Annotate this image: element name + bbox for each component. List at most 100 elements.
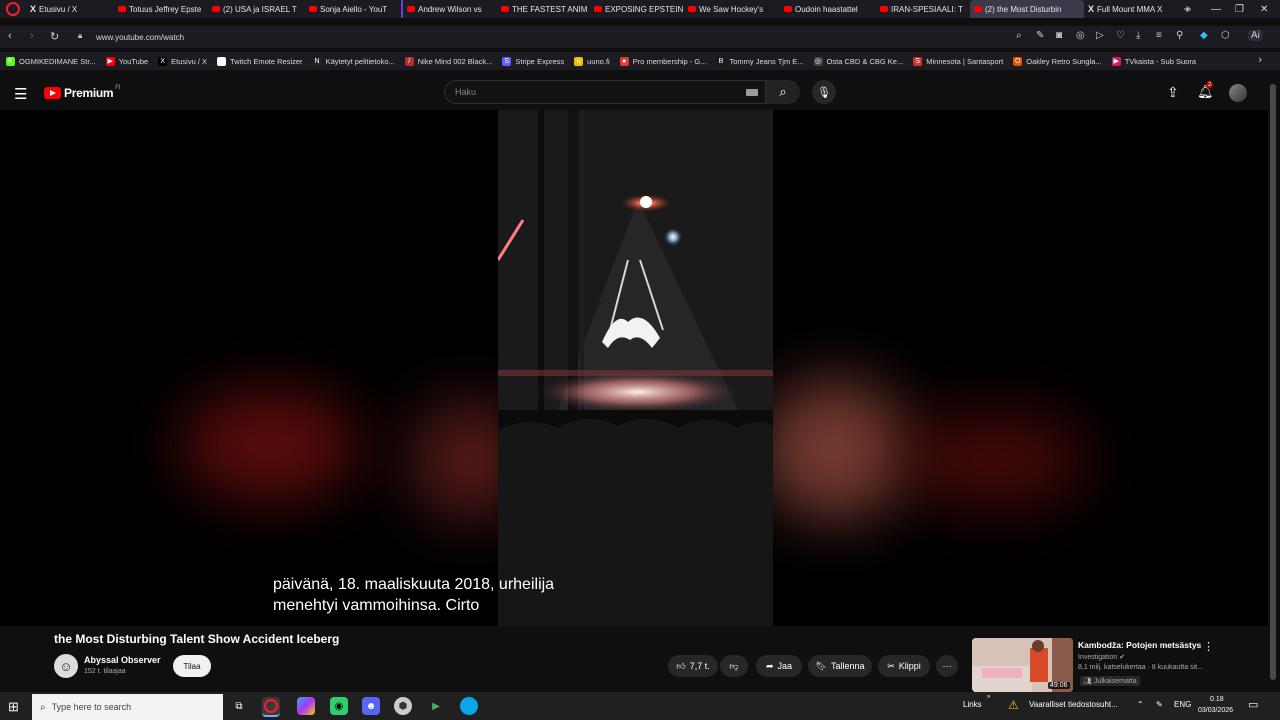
more-actions-button[interactable]: ⋯ — [936, 655, 958, 677]
bookmark-favicon-icon: ● — [619, 56, 629, 66]
video-player[interactable]: päivänä, 18. maaliskuuta 2018, urheilija… — [0, 110, 1268, 626]
channel-avatar[interactable]: ☺ — [54, 654, 78, 678]
edit-icon[interactable]: ✎ — [1036, 30, 1044, 41]
bookmark-favicon-icon: K — [6, 56, 15, 66]
tab[interactable]: EXPOSING EPSTEIN — [590, 0, 684, 18]
bookmark-item[interactable]: O Oakley Retro Sungla... — [1013, 56, 1102, 66]
chat-app-icon[interactable]: ◉ — [330, 697, 348, 715]
ambient-glow-far-right — [900, 410, 1090, 510]
links-toolbar[interactable]: Links — [963, 700, 982, 709]
up-next-channel-row: Investigation ✔ — [1078, 653, 1125, 661]
clip-button[interactable]: ✂ Klippi — [878, 655, 930, 677]
task-view-icon[interactable]: ⧉ — [230, 697, 248, 715]
bookmark-item[interactable]: B Tommy Jeans Tjm E... — [716, 56, 804, 66]
youtube-logo[interactable]: Premium FI — [44, 85, 121, 100]
search-button[interactable]: ⌕ — [766, 80, 800, 104]
dislike-button[interactable]: 👎︎ — [720, 655, 748, 677]
play-icon[interactable]: ▷ — [1096, 30, 1104, 41]
bookmark-item[interactable]: X Etusivu / X — [158, 56, 207, 66]
camera-icon[interactable]: ◙ — [1056, 30, 1062, 41]
shield-icon[interactable]: ◎ — [1076, 30, 1085, 41]
up-next-title[interactable]: Kambodža: Potojen metsästys — [1078, 640, 1201, 650]
reload-icon[interactable]: ↻ — [50, 30, 59, 43]
search-tabs-icon[interactable]: ⌕ — [1186, 0, 1192, 18]
minimize-icon[interactable]: — — [1211, 0, 1221, 18]
search-icon[interactable]: ⌕ — [1016, 30, 1022, 41]
close-icon[interactable]: ✕ — [1260, 0, 1268, 18]
search-input[interactable] — [453, 81, 737, 103]
tab[interactable]: (2) USA ja ISRAEL T — [208, 0, 305, 18]
edge-icon[interactable] — [460, 697, 478, 715]
account-avatar[interactable] — [1229, 84, 1247, 102]
scrollbar-thumb[interactable] — [1270, 84, 1276, 680]
bookmark-item[interactable]: u uuno.fi — [574, 56, 610, 66]
up-next-channel[interactable]: Investigation — [1078, 654, 1117, 661]
links-chevron-icon[interactable]: » — [987, 694, 990, 700]
notification-center-icon[interactable]: ▭ — [1248, 698, 1258, 711]
voice-search-button[interactable]: 🎙︎ — [812, 80, 836, 104]
bookmark-item[interactable]: N Käytetyt pelitietoko... — [312, 56, 395, 66]
bookmark-label: Twitch Emote Resizer — [230, 56, 303, 66]
save-button[interactable]: 🔖︎ Tallenna — [808, 655, 872, 677]
tab[interactable]: IRAN-SPESIAALI: T — [876, 0, 970, 18]
bookmarks-overflow-icon[interactable]: › — [1258, 54, 1262, 66]
forward-icon[interactable]: › — [30, 30, 34, 42]
heart-icon[interactable]: ♡ — [1116, 30, 1125, 41]
bookmark-item[interactable]: S Minnesota | Santasport — [913, 56, 1003, 66]
cube-icon[interactable]: ⬡ — [1221, 30, 1230, 41]
share-button[interactable]: ➦ Jaa — [756, 655, 802, 677]
url-field[interactable]: 🔒︎ www.youtube.com/watch — [70, 28, 1240, 46]
bookmark-label: Oakley Retro Sungla... — [1026, 56, 1102, 66]
bookmark-item[interactable]: Twitch Emote Resizer — [217, 56, 303, 66]
extension-icon[interactable]: ◆ — [1200, 30, 1208, 41]
figma-icon[interactable] — [297, 697, 315, 715]
discord-icon[interactable]: ☻ — [362, 697, 380, 715]
windows-start-icon[interactable]: ⊞ — [8, 699, 19, 715]
ai-icon[interactable]: Ai — [1248, 30, 1263, 41]
download-icon[interactable]: ⤓ — [1136, 30, 1140, 41]
bookmark-item[interactable]: S Stripe Express — [502, 56, 564, 66]
channel-name[interactable]: Abyssal Observer — [84, 655, 161, 665]
tab[interactable]: We Saw Hockey's — [684, 0, 780, 18]
bookmark-item[interactable]: ● Pro membership - G... — [619, 56, 706, 66]
tab[interactable]: Andrew Wilson vs — [401, 0, 497, 18]
like-button[interactable]: 👍︎ 7,7 t. — [668, 655, 718, 677]
microphone-icon: 🎙︎ — [817, 86, 831, 99]
restore-icon[interactable]: ❐ — [1235, 0, 1244, 18]
clock-time[interactable]: 0.18 — [1210, 696, 1224, 703]
keyboard-icon[interactable] — [746, 89, 758, 96]
back-icon[interactable]: ‹ — [8, 30, 12, 42]
warning-notice[interactable]: Vaaralliset tiedostosuht... — [1029, 700, 1118, 709]
network-icon[interactable]: ✎ — [1156, 700, 1163, 709]
profile-icon[interactable]: ⚲ — [1176, 30, 1183, 41]
tab[interactable]: THE FASTEST ANIM — [497, 0, 590, 18]
tray-up-icon[interactable]: ⌃ — [1137, 700, 1144, 709]
tab[interactable]: X Etusivu / X — [26, 0, 114, 18]
bookmark-item[interactable]: ▶ YouTube — [105, 56, 148, 66]
bookmark-item[interactable]: K OGMIKEDIMANE Str... — [6, 56, 96, 66]
bookmark-item[interactable]: ▶ TVkaista - Sub Suora — [1111, 56, 1196, 66]
warning-icon[interactable]: ⚠ — [1008, 698, 1019, 712]
opera-taskbar-icon[interactable] — [262, 697, 280, 717]
tab[interactable]: Sonja Aiello - YouT — [305, 0, 401, 18]
tab[interactable]: X Full Mount MMA X — [1084, 0, 1178, 18]
up-next-menu-icon[interactable]: ⋮ — [1203, 640, 1214, 653]
opera-logo-icon[interactable] — [6, 2, 20, 16]
bookmark-label: uuno.fi — [587, 56, 610, 66]
tab[interactable]: Oudoin haastattel — [780, 0, 876, 18]
settings-app-icon[interactable]: ⬢ — [394, 697, 412, 715]
menu-lines-icon[interactable]: ≡ — [1156, 30, 1162, 41]
hamburger-menu-icon[interactable]: ☰ — [14, 85, 27, 103]
bookmark-item[interactable]: / Nike Mind 002 Black... — [404, 56, 492, 66]
android-studio-icon[interactable]: ▶ — [427, 697, 445, 715]
tab-active[interactable]: (2) the Most Disturbin — [970, 0, 1084, 18]
subscribe-button[interactable]: Tilaa — [173, 655, 211, 677]
country-code: FI — [115, 85, 121, 91]
tab[interactable]: Totuus Jeffrey Epste — [114, 0, 208, 18]
taskbar-search-input[interactable] — [49, 701, 214, 713]
bookmark-item[interactable]: ◎ Osta CBD & CBG Ke... — [813, 56, 903, 66]
upload-icon[interactable]: ⇪ — [1167, 84, 1179, 101]
language-indicator[interactable]: ENG — [1174, 700, 1191, 709]
clock-date[interactable]: 03/03/2026 — [1198, 707, 1233, 714]
youtube-icon — [688, 6, 696, 12]
